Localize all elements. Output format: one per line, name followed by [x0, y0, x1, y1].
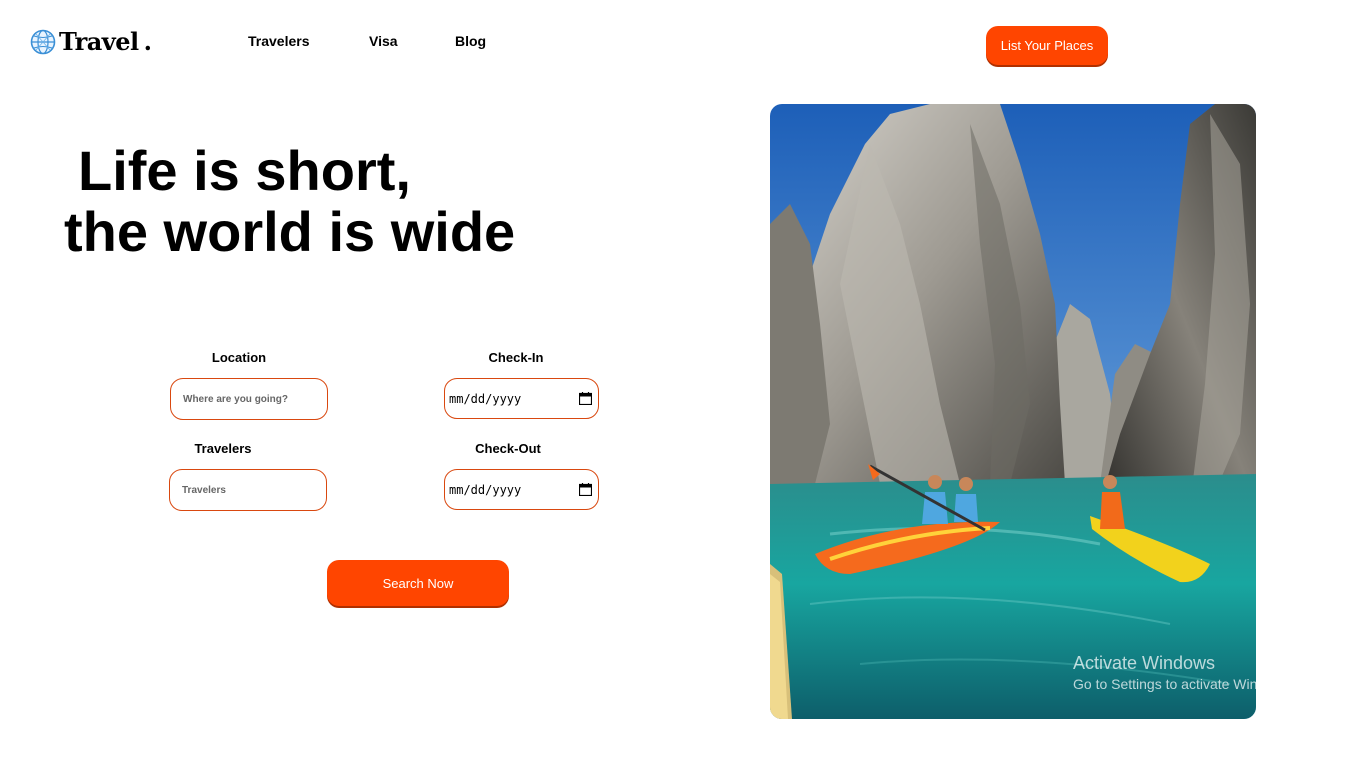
watermark-subtitle: Go to Settings to activate Windows.: [1073, 676, 1294, 692]
location-input[interactable]: [170, 378, 328, 420]
brand-name: Travel: [59, 27, 139, 56]
calendar-icon[interactable]: [579, 392, 592, 405]
watermark-title: Activate Windows: [1073, 653, 1216, 673]
search-now-button[interactable]: Search Now: [327, 560, 509, 606]
nav-link-visa[interactable]: Visa: [369, 33, 398, 49]
check-in-date-input[interactable]: mm/dd/yyyy: [444, 378, 599, 419]
check-out-date-input[interactable]: mm/dd/yyyy: [444, 469, 599, 510]
check-out-label: Check-Out: [475, 441, 541, 456]
list-your-places-button[interactable]: List Your Places: [986, 26, 1108, 65]
hero-image: [770, 104, 1256, 719]
calendar-icon[interactable]: [579, 483, 592, 496]
hero-headline-line-2: the world is wide: [64, 200, 516, 263]
travelers-label: Travelers: [194, 441, 252, 456]
hero-headline: Life is short, the world is wide: [64, 140, 515, 262]
nav-link-blog[interactable]: Blog: [455, 33, 486, 49]
hero-headline-line-1: Life is short,: [78, 139, 411, 202]
brand-dot: .: [143, 27, 152, 56]
check-in-date-value: mm/dd/yyyy: [449, 391, 522, 406]
travelers-input[interactable]: [169, 469, 327, 511]
kayak-scene-illustration: [770, 104, 1256, 719]
activate-windows-watermark: Activate Windows Go to Settings to activ…: [1073, 652, 1294, 693]
location-label: Location: [211, 350, 267, 365]
check-in-label: Check-In: [488, 350, 544, 365]
globe-icon: [30, 29, 56, 55]
brand-logo[interactable]: Travel .: [30, 28, 152, 56]
check-out-date-value: mm/dd/yyyy: [449, 482, 522, 497]
nav-link-travelers[interactable]: Travelers: [248, 33, 310, 49]
